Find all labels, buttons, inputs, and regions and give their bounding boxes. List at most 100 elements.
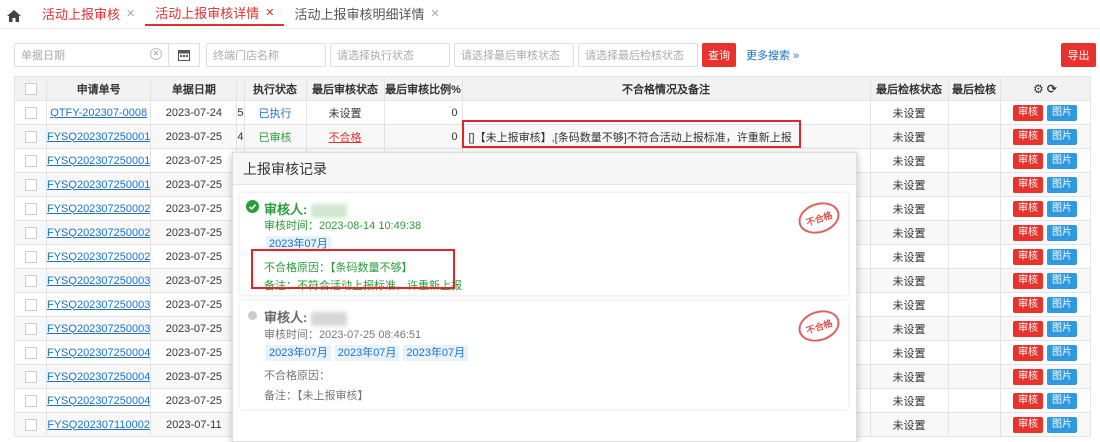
row-checkbox[interactable] — [24, 418, 37, 431]
order-no-link[interactable]: FYSQ202307110002 — [45, 412, 152, 437]
order-no-link[interactable]: FYSQ202307250001 — [45, 148, 152, 173]
close-icon[interactable]: ✕ — [126, 7, 135, 20]
select-cell[interactable] — [14, 244, 47, 269]
col-last-check[interactable]: 最后检核状态 — [869, 76, 949, 101]
image-button[interactable]: 图片 — [1047, 416, 1077, 433]
order-no-link-text[interactable]: FYSQ202307250004 — [48, 395, 150, 407]
image-button[interactable]: 图片 — [1047, 368, 1077, 385]
select-cell[interactable] — [14, 388, 47, 413]
audit-button[interactable]: 审核 — [1013, 152, 1043, 169]
row-checkbox[interactable] — [24, 370, 37, 383]
query-button[interactable]: 查询 — [702, 43, 736, 67]
audit-status-text[interactable]: 不合格 — [329, 132, 362, 144]
close-icon[interactable]: ✕ — [265, 6, 274, 19]
image-button[interactable]: 图片 — [1047, 224, 1077, 241]
order-no-link[interactable]: FYSQ202307250001 — [45, 172, 152, 197]
col-last-audit[interactable]: 最后审核状态 — [305, 76, 385, 101]
col-exec[interactable]: 执行状态 — [243, 76, 307, 101]
image-button[interactable]: 图片 — [1047, 344, 1077, 361]
audit-button[interactable]: 审核 — [1013, 392, 1043, 409]
order-no-link[interactable]: FYSQ202307250003 — [45, 316, 152, 341]
select-cell[interactable] — [14, 316, 47, 341]
more-search-link[interactable]: 更多搜索 » — [746, 47, 799, 63]
order-no-link-text[interactable]: FYSQ202307250001 — [48, 179, 150, 191]
col-ratio[interactable]: 最后审核比例% — [383, 76, 463, 101]
order-no-link-text[interactable]: FYSQ202307250001 — [48, 155, 150, 167]
close-icon[interactable]: ✕ — [430, 7, 439, 20]
image-button[interactable]: 图片 — [1047, 272, 1077, 289]
order-no-link-text[interactable]: FYSQ202307110002 — [48, 419, 150, 431]
order-no-link[interactable]: FYSQ202307250001 — [45, 124, 152, 149]
col-order-no[interactable]: 申请单号 — [45, 76, 152, 101]
audit-status[interactable]: 不合格 — [305, 124, 385, 149]
tab-activity-audit-detail[interactable]: 活动上报审核详情 ✕ — [145, 0, 285, 26]
select-cell[interactable] — [14, 292, 47, 317]
order-no-link[interactable]: FYSQ202307250003 — [45, 292, 152, 317]
select-cell[interactable] — [14, 196, 47, 221]
select-cell[interactable] — [14, 412, 47, 437]
order-no-link-text[interactable]: FYSQ202307250003 — [48, 299, 150, 311]
select-cell[interactable] — [14, 220, 47, 245]
select-cell[interactable] — [14, 172, 47, 197]
audit-button[interactable]: 审核 — [1013, 248, 1043, 265]
order-no-link[interactable]: FYSQ202307250004 — [45, 364, 152, 389]
row-checkbox[interactable] — [24, 322, 37, 335]
refresh-icon[interactable]: ⟳ — [1047, 82, 1057, 96]
row-checkbox[interactable] — [24, 346, 37, 359]
order-no-link[interactable]: QTFY-202307-0008 — [45, 100, 152, 125]
image-button[interactable]: 图片 — [1047, 248, 1077, 265]
select-cell[interactable] — [14, 148, 47, 173]
col-last-check-2[interactable]: 最后检核 — [947, 76, 1001, 101]
tab-activity-audit[interactable]: 活动上报审核 ✕ — [32, 0, 145, 26]
select-cell[interactable] — [14, 364, 47, 389]
select-cell[interactable] — [14, 100, 47, 125]
audit-button[interactable]: 审核 — [1013, 296, 1043, 313]
order-no-link-text[interactable]: FYSQ202307250002 — [48, 227, 150, 239]
select-cell[interactable] — [14, 124, 47, 149]
image-button[interactable]: 图片 — [1047, 152, 1077, 169]
image-button[interactable]: 图片 — [1047, 296, 1077, 313]
order-no-link[interactable]: FYSQ202307250002 — [45, 196, 152, 221]
audit-button[interactable]: 审核 — [1013, 176, 1043, 193]
row-checkbox[interactable] — [24, 394, 37, 407]
select-cell[interactable] — [14, 340, 47, 365]
image-button[interactable]: 图片 — [1047, 176, 1077, 193]
select-all-checkbox[interactable] — [24, 82, 37, 95]
image-button[interactable]: 图片 — [1047, 200, 1077, 217]
col-date[interactable]: 单据日期 — [150, 76, 238, 101]
row-checkbox[interactable] — [24, 154, 37, 167]
order-no-link-text[interactable]: FYSQ202307250001 — [48, 131, 150, 143]
audit-button[interactable]: 审核 — [1013, 272, 1043, 289]
order-no-link-text[interactable]: FYSQ202307250003 — [48, 323, 150, 335]
row-checkbox[interactable] — [24, 130, 37, 143]
image-button[interactable]: 图片 — [1047, 320, 1077, 337]
audit-button[interactable]: 审核 — [1013, 320, 1043, 337]
order-no-link[interactable]: FYSQ202307250002 — [45, 220, 152, 245]
image-button[interactable]: 图片 — [1047, 128, 1077, 145]
calendar-button[interactable] — [168, 43, 200, 67]
row-checkbox[interactable] — [24, 298, 37, 311]
order-no-link-text[interactable]: FYSQ202307250004 — [48, 371, 150, 383]
order-no-link[interactable]: FYSQ202307250002 — [45, 244, 152, 269]
order-no-link-text[interactable]: FYSQ202307250002 — [48, 203, 150, 215]
gear-icon[interactable]: ⚙ — [1033, 82, 1044, 96]
audit-button[interactable]: 审核 — [1013, 128, 1043, 145]
store-input[interactable]: 终端门店名称 — [206, 43, 326, 67]
audit-button[interactable]: 审核 — [1013, 368, 1043, 385]
audit-button[interactable]: 审核 — [1013, 344, 1043, 361]
row-checkbox[interactable] — [24, 202, 37, 215]
order-no-link-text[interactable]: FYSQ202307250003 — [48, 275, 150, 287]
order-no-link-text[interactable]: FYSQ202307250002 — [48, 251, 150, 263]
tab-activity-audit-item-detail[interactable]: 活动上报审核明细详情 ✕ — [284, 0, 449, 26]
order-no-link[interactable]: FYSQ202307250003 — [45, 268, 152, 293]
exec-status-select[interactable]: 请选择执行状态 — [330, 43, 450, 67]
audit-button[interactable]: 审核 — [1013, 416, 1043, 433]
row-checkbox[interactable] — [24, 226, 37, 239]
row-checkbox[interactable] — [24, 250, 37, 263]
select-cell[interactable] — [14, 268, 47, 293]
image-button[interactable]: 图片 — [1047, 392, 1077, 409]
col-notes[interactable]: 不合格情况及备注 — [461, 76, 871, 101]
date-input[interactable]: 单据日期 ✕ — [14, 43, 169, 67]
check-status-select[interactable]: 请选择最后检核状态 — [578, 43, 698, 67]
order-no-link-text[interactable]: FYSQ202307250004 — [48, 347, 150, 359]
